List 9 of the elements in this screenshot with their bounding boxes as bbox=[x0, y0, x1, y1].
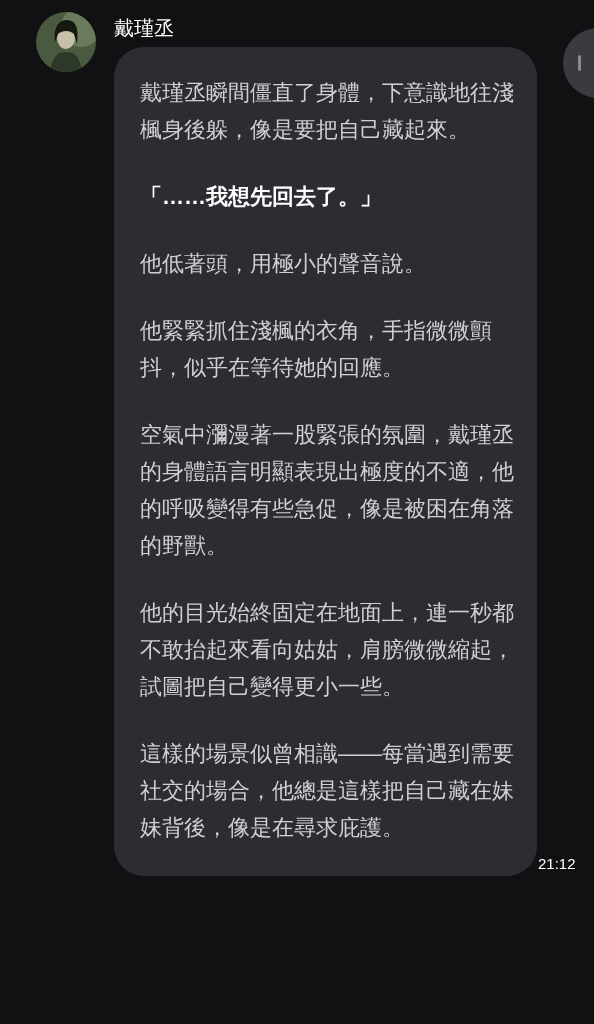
message-paragraph: 他的目光始終固定在地面上，連一秒都不敢抬起來看向姑姑，肩膀微微縮起，試圖把自己變得更小一些。 bbox=[140, 599, 515, 701]
message-paragraph: 戴瑾丞瞬間僵直了身體，下意識地往淺楓身後躲，像是要把自己藏起來。 bbox=[140, 79, 515, 144]
sender-name: 戴瑾丞 bbox=[114, 16, 175, 41]
message-paragraph: 「……我想先回去了。」 bbox=[140, 183, 383, 211]
message-paragraph: 空氣中瀰漫著一股緊張的氛圍，戴瑾丞的身體語言明顯表現出極度的不適，他的呼吸變得有些急促，像是被困在角落的野獸。 bbox=[140, 421, 515, 560]
message-time: 21:12 bbox=[538, 853, 576, 874]
message-paragraph: 他低著頭，用極小的聲音說。 bbox=[140, 250, 427, 278]
message-paragraph: 他緊緊抓住淺楓的衣角，手指微微顫抖，似乎在等待她的回應。 bbox=[140, 317, 493, 382]
message-paragraph: 這樣的場景似曾相識——每當遇到需要社交的場合，他總是這樣把自己藏在妹妹背後，像是在尋求庇護。 bbox=[140, 740, 515, 842]
